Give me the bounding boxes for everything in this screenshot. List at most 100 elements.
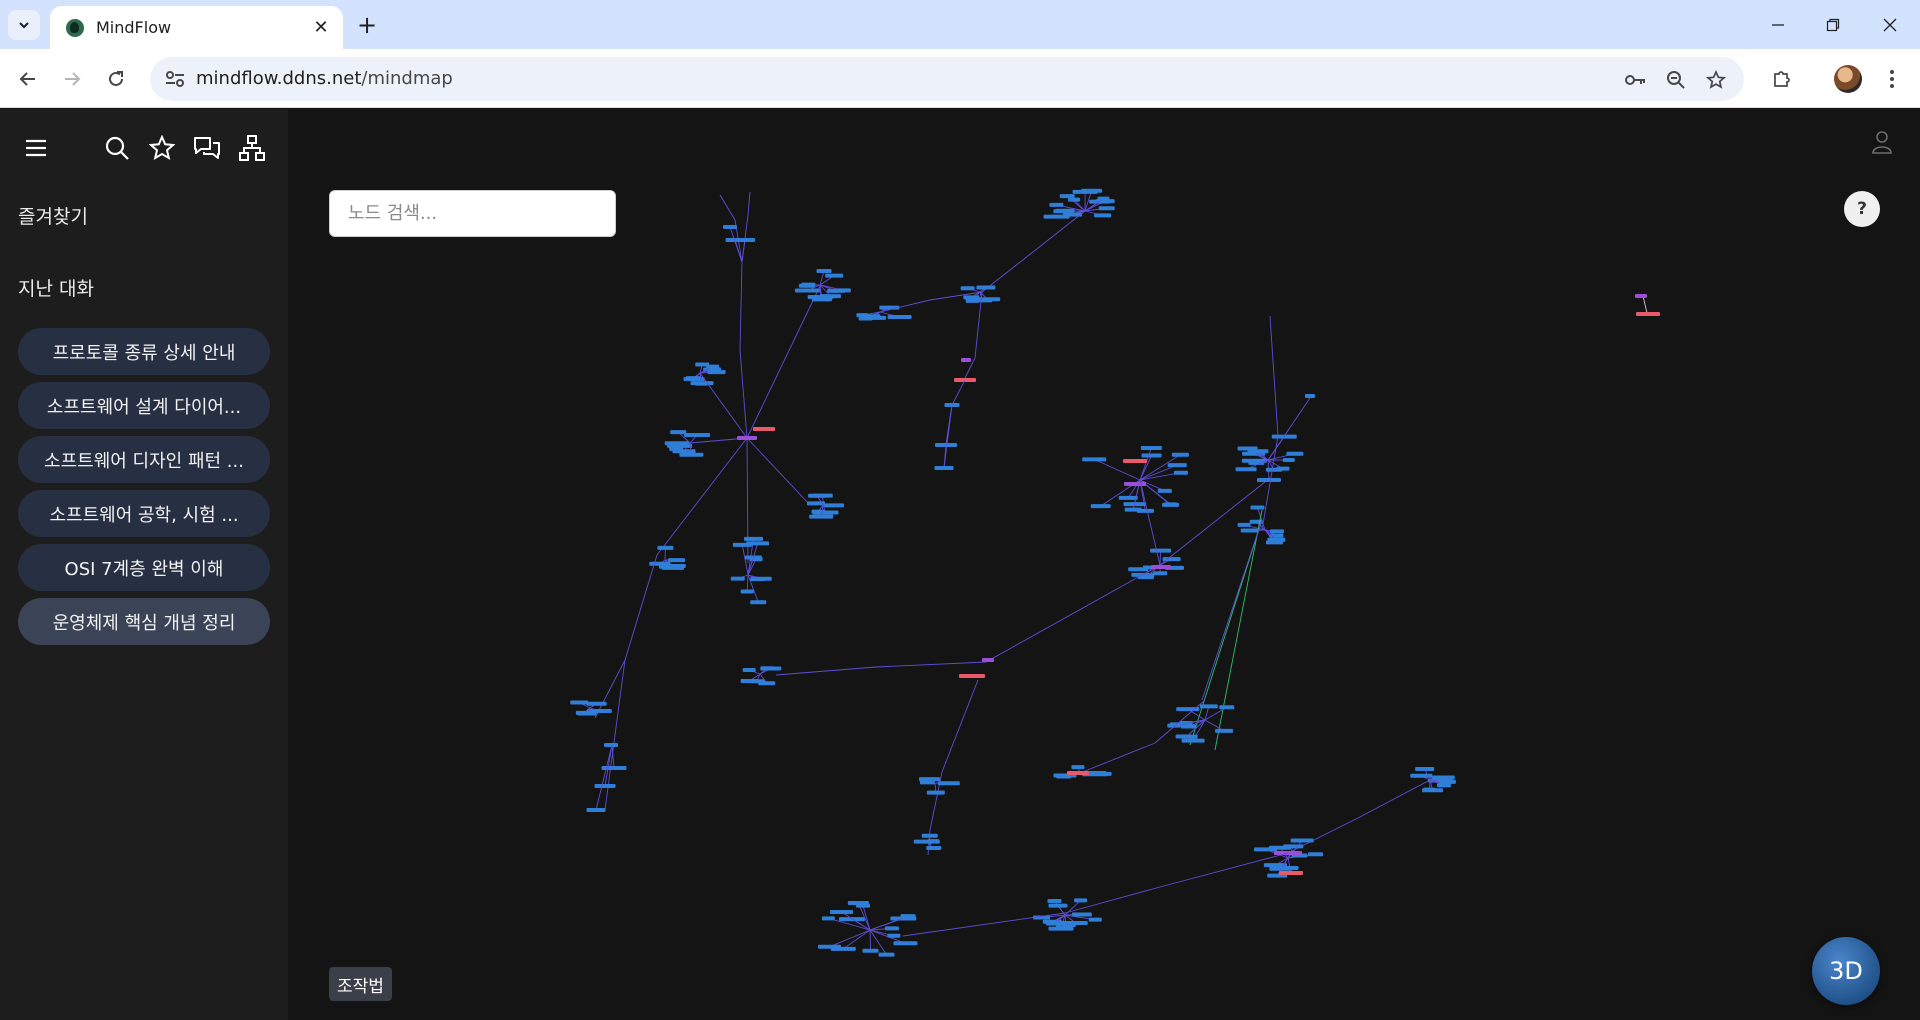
mindmap-node[interactable] [863,314,881,319]
mindmap-node[interactable] [937,781,960,786]
mindmap-node[interactable] [963,295,980,300]
mindmap-node[interactable] [1247,449,1269,454]
mindmap-button[interactable] [235,131,269,165]
mindmap-node[interactable] [684,433,711,438]
mindmap-root-node[interactable] [1123,459,1147,463]
mindmap-node[interactable] [926,846,942,851]
mindmap-node[interactable] [960,286,975,291]
mindmap-node[interactable] [1235,467,1257,472]
mindmap-node[interactable] [1094,213,1112,218]
profile-avatar[interactable] [1834,65,1862,93]
close-tab-button[interactable]: ✕ [311,17,331,38]
mindmap-node[interactable] [893,941,918,946]
mindmap-node[interactable] [1124,507,1142,512]
search-button[interactable] [100,131,134,165]
mindmap-node[interactable] [1059,194,1075,199]
mindmap-node[interactable] [755,576,772,581]
mindmap-node[interactable] [667,443,693,448]
mindmap-node[interactable] [824,503,845,508]
mindmap-node[interactable] [1269,529,1284,534]
mindmap-graph[interactable] [288,109,1920,1020]
mindmap-node[interactable] [1098,206,1115,211]
conversation-item[interactable]: OSI 7계층 완벽 이해 [18,544,270,591]
mindmap-node[interactable] [825,273,844,278]
password-key-button[interactable] [1624,68,1648,92]
conversation-item[interactable]: 소프트웨어 설계 다이어... [18,382,270,429]
mindmap-node[interactable] [737,436,757,440]
browser-tab-active[interactable]: MindFlow ✕ [50,6,343,49]
mindmap-node[interactable] [1305,394,1315,398]
mindmap-node[interactable] [601,766,627,770]
reload-button[interactable] [100,63,132,95]
mindmap-node[interactable] [723,225,737,229]
mindmap-canvas[interactable]: ? 조작법 3D [288,109,1920,1020]
mindmap-node[interactable] [921,833,938,838]
mindmap-node[interactable] [1088,917,1102,922]
back-button[interactable] [12,63,44,95]
controls-guide-button[interactable]: 조작법 [329,967,392,1001]
mindmap-node[interactable] [1140,446,1162,451]
bookmark-star-button[interactable] [1704,68,1728,92]
mindmap-node[interactable] [1180,724,1197,729]
extensions-button[interactable] [1766,63,1798,95]
mindmap-node[interactable] [1438,779,1456,784]
mindmap-node[interactable] [976,285,996,290]
mindmap-node[interactable] [900,914,916,919]
mindmap-node[interactable] [750,600,767,605]
mindmap-node[interactable] [706,364,720,369]
mindmap-root-node[interactable] [959,674,985,678]
mindmap-node[interactable] [1175,734,1198,739]
mindmap-node[interactable] [1068,197,1081,202]
mindmap-node[interactable] [1173,470,1188,475]
mindmap-node[interactable] [1199,704,1218,709]
mindmap-root-node[interactable] [1067,771,1089,775]
mindmap-node[interactable] [1072,189,1098,194]
browser-menu-button[interactable] [1876,63,1908,95]
mindmap-node[interactable] [668,558,686,563]
mindmap-node[interactable] [735,238,755,242]
mindmap-node[interactable] [649,561,671,566]
minimize-window-button[interactable] [1758,10,1798,40]
mindmap-node[interactable] [1164,502,1178,507]
mindmap-node[interactable] [1635,294,1647,298]
mindmap-node[interactable] [1141,453,1162,458]
mindmap-node[interactable] [1118,495,1138,500]
mindmap-node[interactable] [1436,783,1451,788]
mindmap-node[interactable] [1286,451,1304,456]
mindmap-node[interactable] [604,743,618,747]
mindmap-node[interactable] [982,658,994,662]
mindmap-node[interactable] [819,294,841,299]
mindmap-node[interactable] [808,493,827,498]
node-search-input[interactable] [329,190,616,237]
mindmap-node[interactable] [830,909,854,914]
mindmap-node[interactable] [838,917,865,922]
user-profile-icon[interactable] [1870,129,1894,155]
restore-window-button[interactable] [1813,10,1853,40]
mindmap-node[interactable] [1047,899,1062,904]
mindmap-node[interactable] [1157,488,1172,493]
mindmap-root-node[interactable] [1279,871,1303,875]
mindmap-node[interactable] [657,545,674,550]
mindmap-node[interactable] [1431,775,1455,780]
mindmap-node[interactable] [1047,920,1066,925]
mindmap-node[interactable] [836,288,851,293]
mindmap-node[interactable] [1124,482,1146,486]
mindmap-node[interactable] [1167,463,1187,468]
mindmap-node[interactable] [818,944,842,949]
mindmap-node[interactable] [1071,912,1092,917]
mindmap-node[interactable] [594,784,616,788]
mindmap-node[interactable] [1290,838,1314,843]
toggle-3d-button[interactable]: 3D [1812,937,1880,1005]
mindmap-node[interactable] [1056,774,1072,779]
mindmap-node[interactable] [1219,705,1235,710]
mindmap-node[interactable] [661,565,684,570]
mindmap-node[interactable] [1097,196,1110,201]
mindmap-node[interactable] [742,667,756,672]
mindmap-node[interactable] [577,711,597,716]
site-info-icon[interactable] [164,69,186,89]
mindmap-root-node[interactable] [1636,312,1660,316]
mindmap-node[interactable] [1250,505,1265,510]
mindmap-node[interactable] [1063,921,1088,926]
mindmap-node[interactable] [1240,528,1258,533]
mindmap-node[interactable] [1267,537,1286,542]
